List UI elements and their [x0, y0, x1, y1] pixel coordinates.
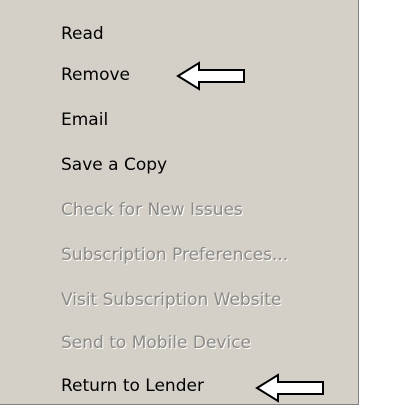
menu-item-subscription-preferences: Subscription Preferences... — [61, 245, 289, 265]
menu-item-visit-subscription-website: Visit Subscription Website — [61, 290, 282, 310]
menu-item-send-to-mobile-device: Send to Mobile Device — [61, 333, 251, 353]
menu-item-save-a-copy[interactable]: Save a Copy — [61, 147, 167, 183]
menu-item-email[interactable]: Email — [61, 102, 108, 138]
menu-item-remove[interactable]: Remove — [61, 57, 130, 93]
menu-item-check-for-new-issues: Check for New Issues — [61, 200, 243, 220]
left-arrow-icon — [176, 61, 245, 91]
left-arrow-icon — [255, 373, 324, 403]
menu-item-read[interactable]: Read — [61, 16, 104, 52]
menu-item-return-to-lender[interactable]: Return to Lender — [61, 368, 204, 404]
